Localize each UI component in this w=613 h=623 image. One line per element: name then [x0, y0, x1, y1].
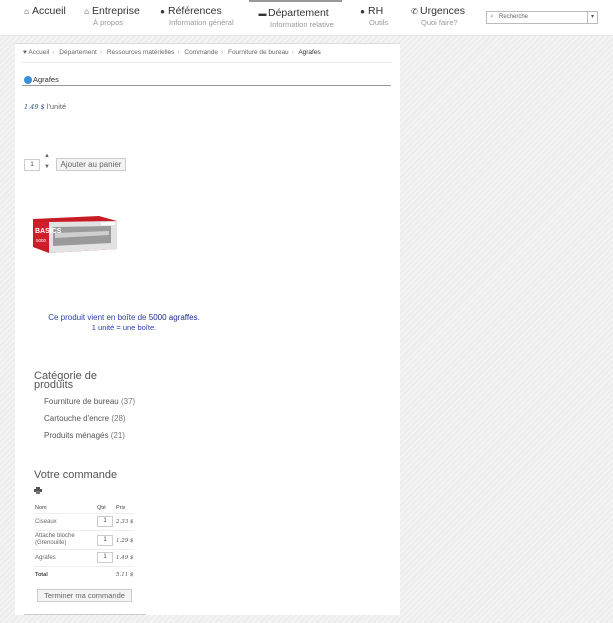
nav-urgences-sub: Quoi faire? — [421, 18, 458, 27]
order-total-label: Total — [35, 572, 48, 578]
nav-references-label: Références — [168, 5, 222, 17]
search-icon: ⌕ — [490, 13, 494, 20]
nav-entreprise-sub: À propos — [93, 18, 124, 27]
product-price: 1.49 $ — [24, 103, 45, 111]
category-name: Cartouche d'encre — [44, 414, 110, 423]
nav-entreprise-label: Entreprise — [92, 5, 140, 17]
order-title: Votre commande — [34, 469, 118, 481]
nav-departement[interactable]: ▬ Département Information relative — [249, 0, 342, 29]
breadcrumb: ♥ Accueil › Département › Ressources matér… — [23, 49, 321, 56]
info-icon: ● — [160, 7, 165, 16]
nav-urgences[interactable]: ✆ Urgences Quoi faire? — [409, 5, 465, 27]
title-underline — [22, 85, 391, 86]
category-count: (37) — [120, 397, 136, 406]
breadcrumb-departement[interactable]: Département — [59, 49, 97, 56]
table-divider — [34, 530, 134, 531]
order-item-name: Attache bloche (Grenouille) — [35, 533, 75, 546]
breadcrumb-commande[interactable]: Commande — [184, 49, 218, 56]
col-header-qty: Qté — [97, 505, 106, 511]
breadcrumb-current: Agrafes — [298, 49, 321, 56]
order-item-name: Agrafes — [35, 555, 56, 561]
phone-icon: ✆ — [411, 7, 418, 16]
order-item-qty[interactable]: 1 — [97, 516, 113, 527]
folder-icon: ▬ — [258, 9, 267, 18]
order-bottom-divider — [24, 614, 146, 615]
product-description: Ce produit vient en boîte de 5000 agraff… — [28, 313, 220, 323]
home-icon: ⌂ — [24, 7, 29, 16]
product-unit-note: 1 unité = une boîte. — [91, 323, 157, 332]
decrement-icon[interactable]: ▼ — [44, 164, 50, 170]
category-name: Fourniture de bureau — [44, 397, 119, 406]
category-item[interactable]: Cartouche d'encre (28) — [44, 414, 126, 423]
nav-entreprise[interactable]: ⌂ Entreprise À propos — [81, 5, 140, 27]
product-image: BASICS 5000 — [33, 216, 117, 253]
order-item-name: Ciseaux — [35, 519, 57, 525]
table-divider — [34, 566, 134, 567]
nav-references-sub: Information général — [169, 18, 234, 27]
user-icon: ● — [360, 7, 365, 16]
nav-rh-label: RH — [368, 5, 384, 17]
nav-urgences-label: Urgences — [420, 5, 465, 17]
order-item-price: 1.49 $ — [116, 555, 134, 561]
desc-prefix: Ce produit vient en boîte de — [48, 313, 147, 322]
order-item-price: 1.29 $ — [116, 538, 134, 544]
breadcrumb-accueil[interactable]: Accueil — [28, 49, 49, 56]
add-to-cart-button[interactable]: Ajouter au panier — [56, 158, 126, 171]
product-icon — [24, 76, 32, 85]
price-unit: l'unité — [46, 102, 67, 111]
order-total: 5.11 $ — [116, 572, 134, 578]
breadcrumb-ressources[interactable]: Ressources matérielles — [107, 49, 175, 56]
print-icon[interactable] — [34, 487, 42, 494]
nav-accueil-label: Accueil — [32, 5, 66, 17]
chevron-down-icon[interactable]: ▾ — [587, 12, 597, 23]
nav-departement-sub: Information relative — [270, 20, 334, 29]
col-header-price: Prix — [116, 505, 126, 511]
finish-order-button[interactable]: Terminer ma commande — [37, 589, 132, 602]
table-divider — [34, 549, 134, 550]
desc-count: 5000 agraffes. — [148, 313, 200, 322]
nav-references[interactable]: ● Références Information général — [157, 5, 234, 27]
breadcrumb-divider — [22, 62, 392, 63]
category-item[interactable]: Produits ménagés (21) — [44, 431, 125, 440]
categories-title: Catégorie de produits — [34, 370, 97, 391]
panel-top-divider — [15, 43, 400, 44]
product-title: Agrafes — [24, 75, 59, 85]
category-name: Produits ménagés — [44, 431, 109, 440]
order-item-qty[interactable]: 1 — [97, 535, 113, 546]
product-title-text: Agrafes — [33, 75, 59, 84]
order-item-qty[interactable]: 1 — [97, 552, 113, 563]
col-header-name: Nom — [35, 505, 47, 511]
search-input[interactable]: ⌕ Recherche ▾ — [486, 11, 598, 24]
nav-rh-sub: Outils — [369, 18, 389, 27]
image-count: 5000 — [36, 238, 47, 243]
breadcrumb-fourniture[interactable]: Fourniture de bureau — [228, 49, 289, 56]
image-brand: BASICS — [35, 228, 62, 235]
top-navigation: ⌂ Accueil ⌂ Entreprise À propos ● Référence… — [0, 0, 613, 36]
nav-accueil[interactable]: ⌂ Accueil — [21, 5, 66, 18]
table-divider — [34, 513, 134, 514]
price-line: 1.49 $ l'unité — [24, 102, 66, 111]
category-count: (21) — [110, 431, 125, 440]
quantity-input[interactable]: 1 — [24, 159, 40, 171]
nav-rh[interactable]: ● RH Outils — [357, 5, 388, 27]
increment-icon[interactable]: ▲ — [44, 153, 50, 159]
search-placeholder: Recherche — [499, 14, 529, 20]
order-item-price: 2.33 $ — [116, 519, 134, 525]
nav-departement-label: Département — [268, 7, 329, 19]
category-count: (28) — [111, 414, 126, 423]
category-item[interactable]: Fourniture de bureau (37) — [44, 397, 135, 406]
map-marker-icon: ♥ — [23, 49, 27, 56]
home-icon: ⌂ — [84, 7, 89, 16]
